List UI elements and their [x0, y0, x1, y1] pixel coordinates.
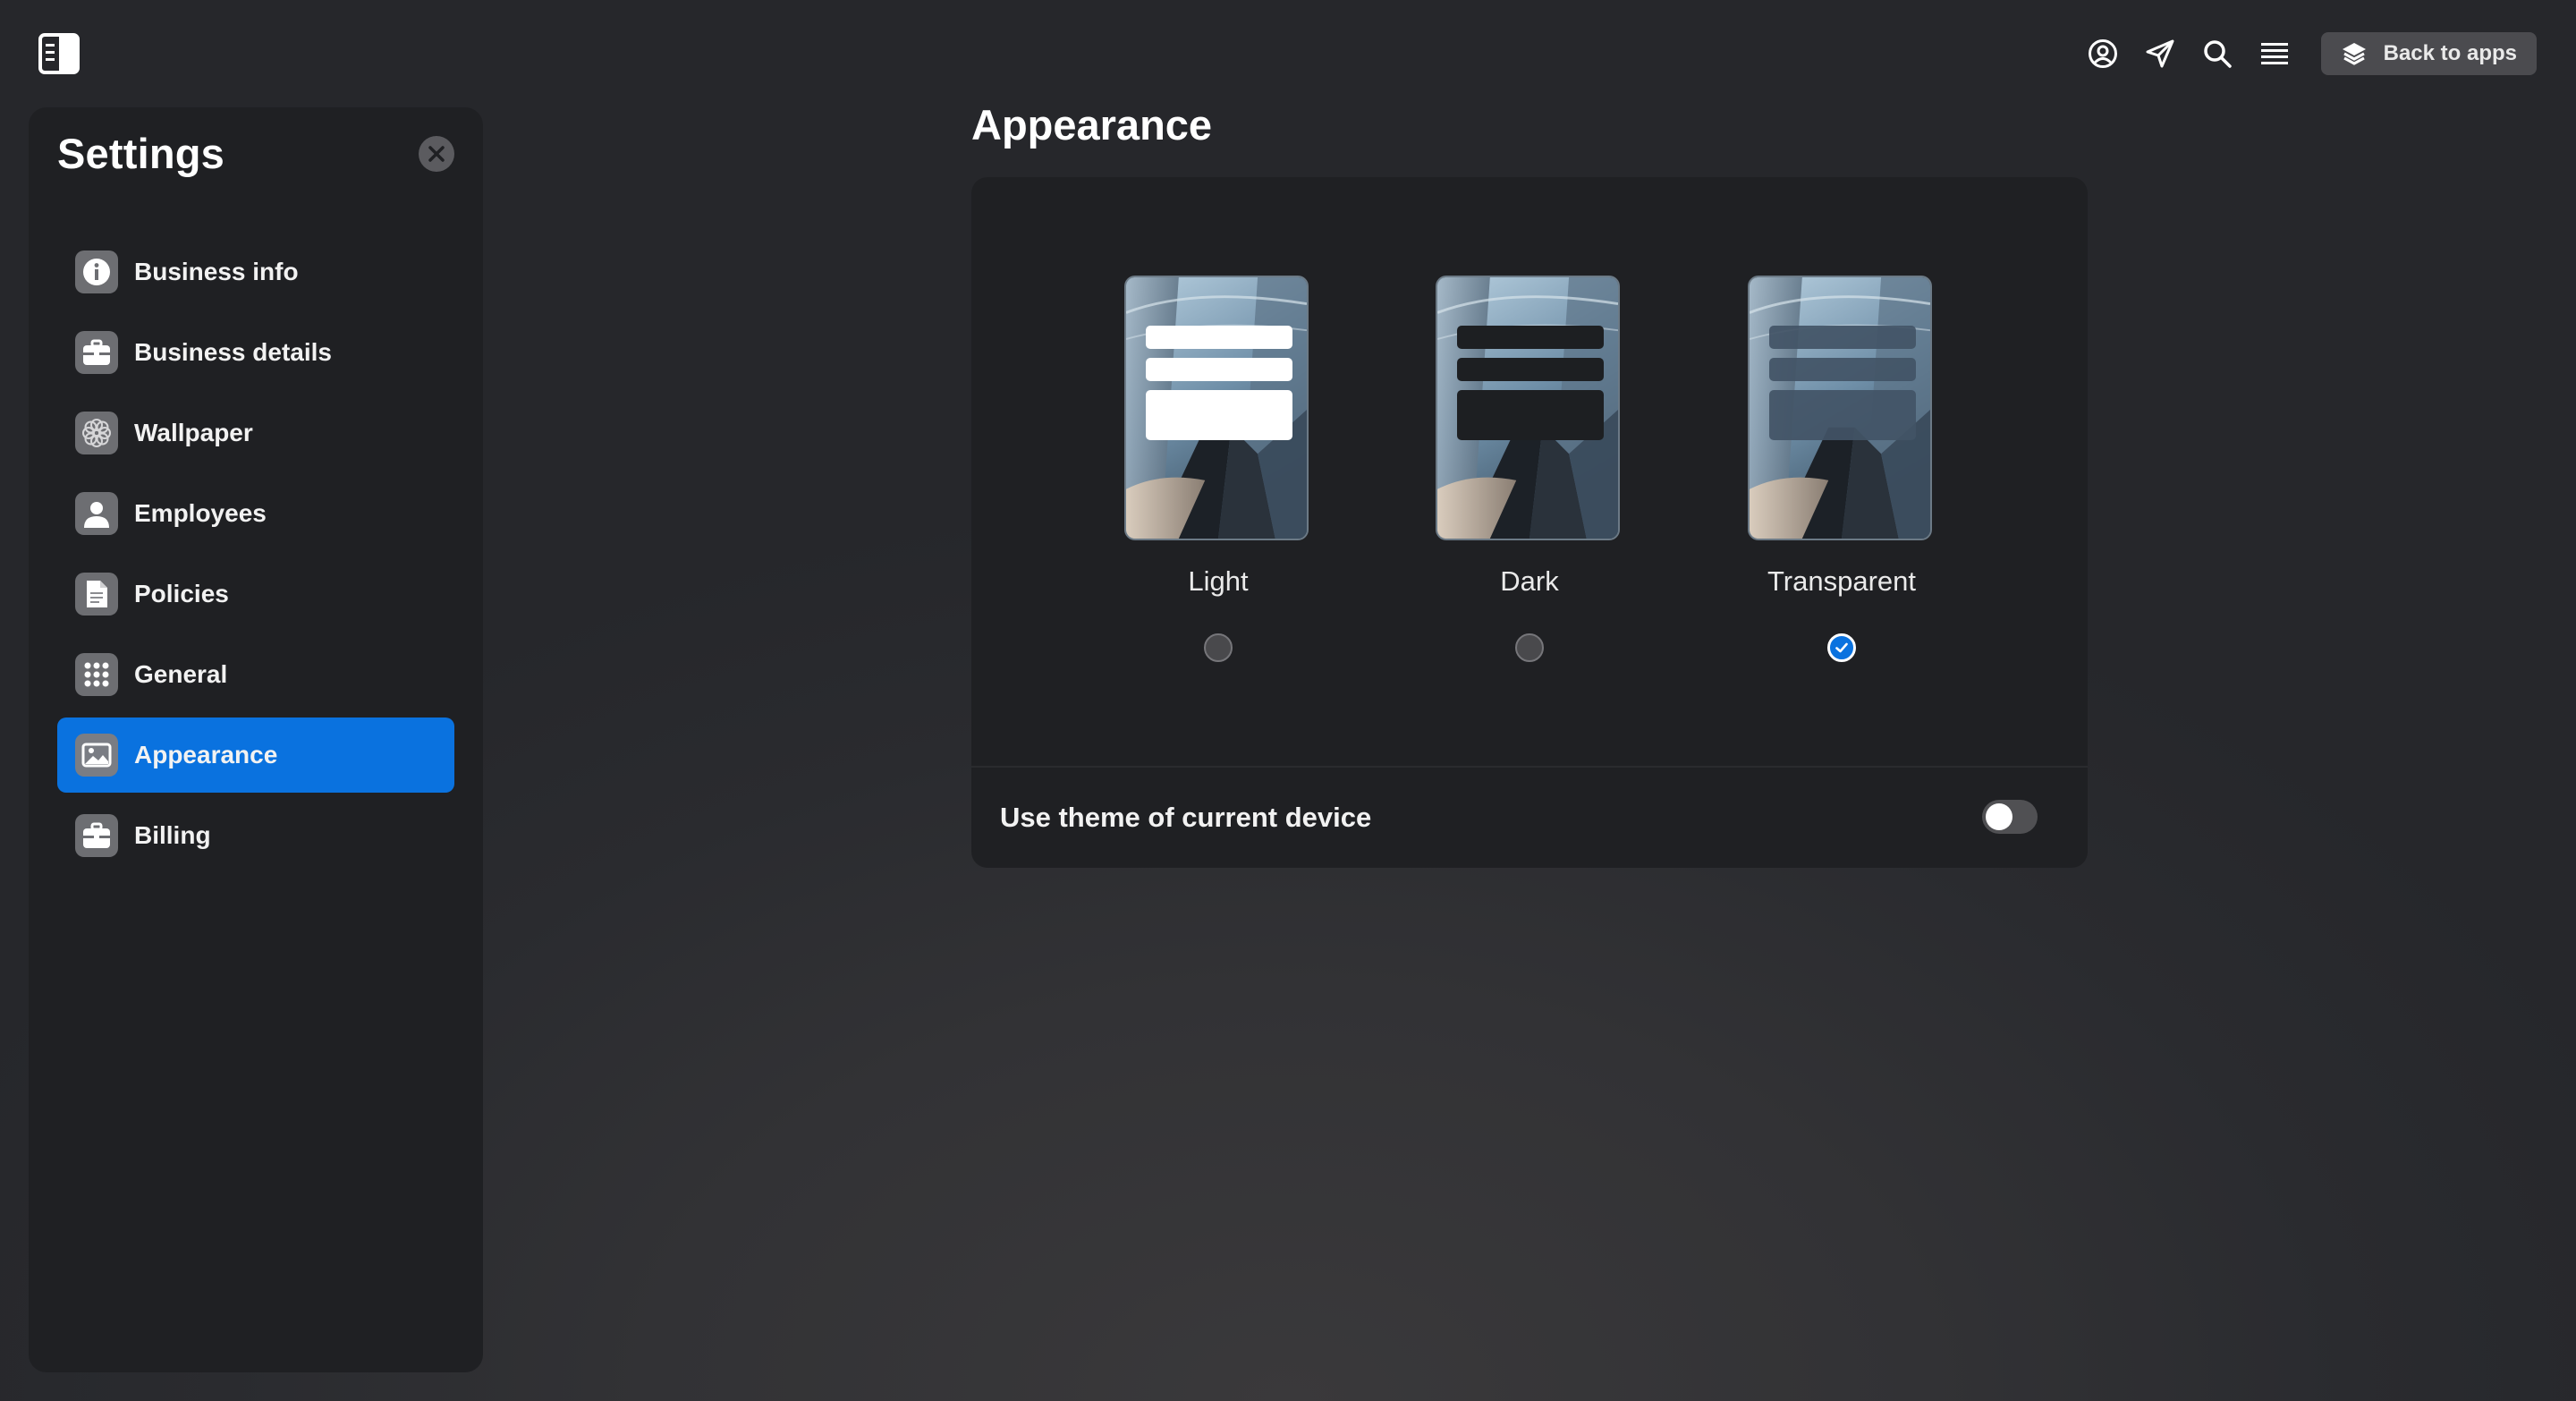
settings-panel: Settings Business info Business details …	[29, 107, 483, 1372]
sidebar-item-label: General	[134, 660, 228, 688]
briefcase-icon	[75, 331, 118, 374]
preview-bar	[1769, 326, 1916, 349]
briefcase-icon	[75, 814, 118, 857]
theme-preview-transparent[interactable]	[1748, 276, 1932, 540]
document-icon	[75, 573, 118, 616]
person-icon	[75, 492, 118, 535]
sidebar-toggle-icon[interactable]	[38, 32, 80, 75]
close-icon[interactable]	[419, 136, 454, 172]
sidebar-item-appearance[interactable]: Appearance	[57, 717, 454, 793]
sidebar-item-general[interactable]: General	[57, 637, 454, 712]
theme-preview-dark[interactable]	[1436, 276, 1620, 540]
layers-icon	[2341, 40, 2368, 67]
back-to-apps-button[interactable]: Back to apps	[2320, 32, 2537, 75]
preview-bar	[1457, 390, 1604, 440]
theme-label: Transparent	[1767, 565, 1916, 597]
sidebar-item-label: Business details	[134, 338, 332, 366]
page-title: Appearance	[971, 101, 1213, 149]
device-theme-row: Use theme of current device	[971, 768, 2088, 868]
back-to-apps-label: Back to apps	[2383, 41, 2517, 65]
sidebar-item-label: Billing	[134, 821, 211, 849]
theme-label: Dark	[1500, 565, 1559, 597]
search-icon[interactable]	[2199, 36, 2235, 72]
sidebar-item-billing[interactable]: Billing	[57, 798, 454, 873]
theme-label: Light	[1188, 565, 1249, 597]
preview-bar	[1769, 390, 1916, 440]
theme-radio-light[interactable]	[1204, 633, 1233, 662]
sidebar-item-label: Business info	[134, 258, 299, 285]
flower-icon	[75, 412, 118, 454]
sidebar-item-label: Appearance	[134, 741, 278, 768]
preview-bar	[1769, 358, 1916, 381]
sidebar-item-business-details[interactable]: Business details	[57, 315, 454, 390]
theme-preview-light[interactable]	[1124, 276, 1309, 540]
theme-radio-dark[interactable]	[1515, 633, 1544, 662]
sidebar-item-label: Employees	[134, 499, 267, 527]
user-circle-icon[interactable]	[2085, 36, 2121, 72]
preview-bar	[1146, 326, 1292, 349]
settings-title: Settings	[57, 130, 225, 177]
settings-nav: Business info Business details Wallpaper…	[57, 234, 454, 879]
sidebar-item-employees[interactable]: Employees	[57, 476, 454, 551]
theme-option-light[interactable]: Light	[1124, 276, 1312, 662]
info-icon	[75, 250, 118, 293]
sidebar-item-label: Wallpaper	[134, 419, 253, 446]
device-theme-toggle[interactable]	[1982, 800, 2038, 834]
image-icon	[75, 734, 118, 777]
checkmark-icon	[1835, 642, 1848, 653]
device-theme-label: Use theme of current device	[1000, 802, 1372, 833]
preview-bar	[1457, 358, 1604, 381]
sidebar-item-label: Policies	[134, 580, 229, 607]
menu-icon[interactable]	[2257, 36, 2292, 72]
theme-option-dark[interactable]: Dark	[1436, 276, 1623, 662]
preview-bar	[1457, 326, 1604, 349]
sidebar-item-business-info[interactable]: Business info	[57, 234, 454, 310]
preview-bar	[1146, 358, 1292, 381]
top-toolbar: Back to apps	[2085, 32, 2537, 75]
appearance-card: Light Dark Transparent Use theme of curr…	[971, 177, 2088, 868]
toggle-knob	[1986, 803, 2012, 830]
grid-icon	[75, 653, 118, 696]
theme-option-transparent[interactable]: Transparent	[1748, 276, 1936, 662]
send-icon[interactable]	[2142, 36, 2178, 72]
sidebar-item-wallpaper[interactable]: Wallpaper	[57, 395, 454, 471]
preview-bar	[1146, 390, 1292, 440]
sidebar-item-policies[interactable]: Policies	[57, 556, 454, 632]
theme-radio-transparent[interactable]	[1827, 633, 1856, 662]
